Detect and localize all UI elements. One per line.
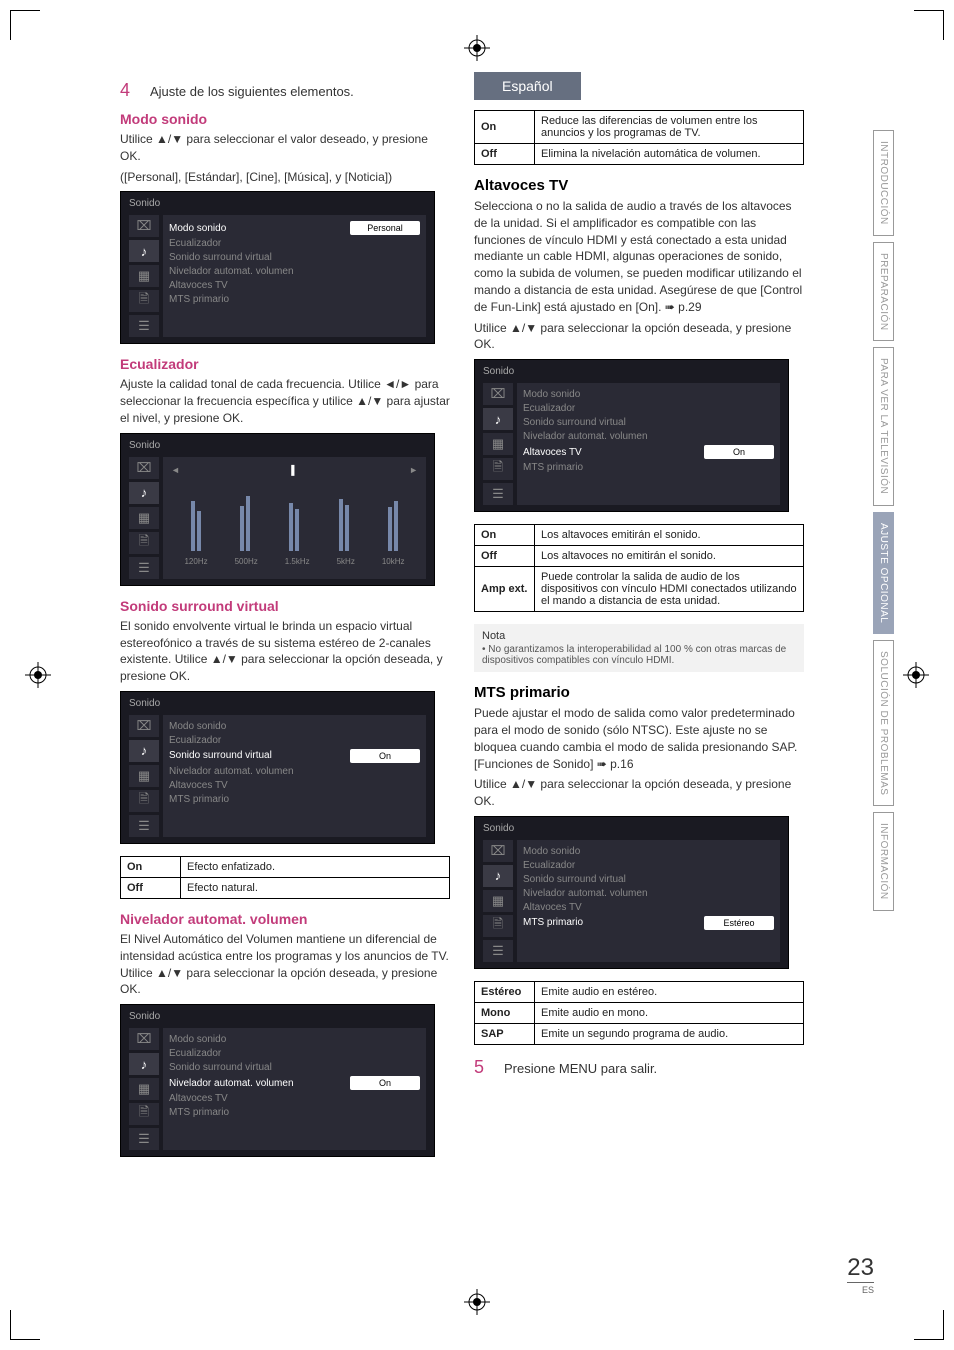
grid-icon: ▦ — [129, 507, 159, 529]
document-icon: 🗎 — [483, 458, 513, 480]
grid-icon: ▦ — [483, 890, 513, 912]
language-tab: Español — [474, 72, 581, 100]
tv-icon: ⌧ — [129, 1028, 159, 1050]
step-number: 4 — [120, 80, 140, 101]
side-tab: SOLUCIÓN DE PROBLEMAS — [873, 640, 894, 806]
document-icon: 🗎 — [483, 915, 513, 937]
registration-mark-icon — [464, 1289, 490, 1315]
body-text: Selecciona o no la salida de audio a tra… — [474, 198, 804, 316]
body-text: El Nivel Automático del Volumen mantiene… — [120, 931, 450, 998]
side-tab-active: AJUSTE OPCIONAL — [873, 512, 894, 634]
grid-icon: ▦ — [483, 433, 513, 455]
tv-icon: ⌧ — [483, 383, 513, 405]
options-text: ([Personal], [Estándar], [Cine], [Música… — [120, 169, 450, 186]
section-title-mts: MTS primario — [474, 684, 804, 701]
nivelador-table: OnReduce las diferencias de volumen entr… — [474, 110, 804, 165]
tv-icon: ⌧ — [129, 457, 159, 479]
osd-screenshot: Sonido ⌧ ♪ ▦ 🗎 ☰ Modo sonido Ecualizador… — [120, 1004, 435, 1157]
section-title-surround: Sonido surround virtual — [120, 598, 450, 614]
mts-table: EstéreoEmite audio en estéreo. MonoEmite… — [474, 981, 804, 1045]
body-text: Ajuste la calidad tonal de cada frecuenc… — [120, 376, 450, 426]
music-note-icon: ♪ — [129, 482, 159, 504]
side-tabs: INTRODUCCIÓN PREPARACIÓN PARA VER LA TEL… — [873, 130, 894, 911]
document-icon: 🗎 — [129, 532, 159, 554]
side-tab: PREPARACIÓN — [873, 242, 894, 342]
settings-icon: ☰ — [483, 483, 513, 505]
document-icon: 🗎 — [129, 1103, 159, 1125]
section-title-ecualizador: Ecualizador — [120, 356, 450, 372]
registration-mark-icon — [464, 35, 490, 61]
music-note-icon: ♪ — [129, 1053, 159, 1075]
tv-icon: ⌧ — [129, 715, 159, 737]
body-text: Utilice ▲/▼ para seleccionar la opción d… — [474, 776, 804, 810]
osd-screenshot: Sonido ⌧ ♪ ▦ 🗎 ☰ ◄▌► — [120, 433, 435, 586]
side-tab: PARA VER LA TELEVISIÓN — [873, 347, 894, 505]
surround-table: OnEfecto enfatizado. OffEfecto natural. — [120, 856, 450, 899]
music-note-icon: ♪ — [129, 740, 159, 762]
osd-screenshot: Sonido ⌧ ♪ ▦ 🗎 ☰ Modo sonidoPersonal Ecu… — [120, 191, 435, 344]
osd-screenshot: Sonido ⌧ ♪ ▦ 🗎 ☰ Modo sonido Ecualizador… — [474, 816, 789, 969]
settings-icon: ☰ — [483, 940, 513, 962]
music-note-icon: ♪ — [483, 408, 513, 430]
body-text: Puede ajustar el modo de salida como val… — [474, 705, 804, 772]
settings-icon: ☰ — [129, 1128, 159, 1150]
body-text: Utilice ▲/▼ para seleccionar la opción d… — [474, 320, 804, 354]
tv-icon: ⌧ — [129, 215, 159, 237]
osd-screenshot: Sonido ⌧ ♪ ▦ 🗎 ☰ Modo sonido Ecualizador… — [474, 359, 789, 512]
body-text: Utilice ▲/▼ para seleccionar el valor de… — [120, 131, 450, 165]
section-title-altavoces: Altavoces TV — [474, 177, 804, 194]
step-text: Ajuste de los siguientes elementos. — [150, 84, 354, 99]
body-text: El sonido envolvente virtual le brinda u… — [120, 618, 450, 685]
music-note-icon: ♪ — [129, 240, 159, 262]
grid-icon: ▦ — [129, 1078, 159, 1100]
settings-icon: ☰ — [129, 557, 159, 579]
grid-icon: ▦ — [129, 765, 159, 787]
section-title-nivelador: Nivelador automat. volumen — [120, 911, 450, 927]
document-icon: 🗎 — [129, 290, 159, 312]
grid-icon: ▦ — [129, 265, 159, 287]
music-note-icon: ♪ — [483, 865, 513, 887]
step-text: Presione MENU para salir. — [504, 1061, 657, 1076]
section-title-modo-sonido: Modo sonido — [120, 111, 450, 127]
tv-icon: ⌧ — [483, 840, 513, 862]
note-box: Nota • No garantizamos la interoperabili… — [474, 624, 804, 672]
registration-mark-icon — [25, 662, 51, 688]
side-tab: INTRODUCCIÓN — [873, 130, 894, 236]
settings-icon: ☰ — [129, 315, 159, 337]
page-number: 23 ES — [847, 1254, 874, 1295]
osd-screenshot: Sonido ⌧ ♪ ▦ 🗎 ☰ Modo sonido Ecualizador… — [120, 691, 435, 844]
registration-mark-icon — [903, 662, 929, 688]
step-number: 5 — [474, 1057, 494, 1078]
document-icon: 🗎 — [129, 790, 159, 812]
settings-icon: ☰ — [129, 815, 159, 837]
side-tab: INFORMACIÓN — [873, 812, 894, 911]
altavoces-table: OnLos altavoces emitirán el sonido. OffL… — [474, 524, 804, 612]
